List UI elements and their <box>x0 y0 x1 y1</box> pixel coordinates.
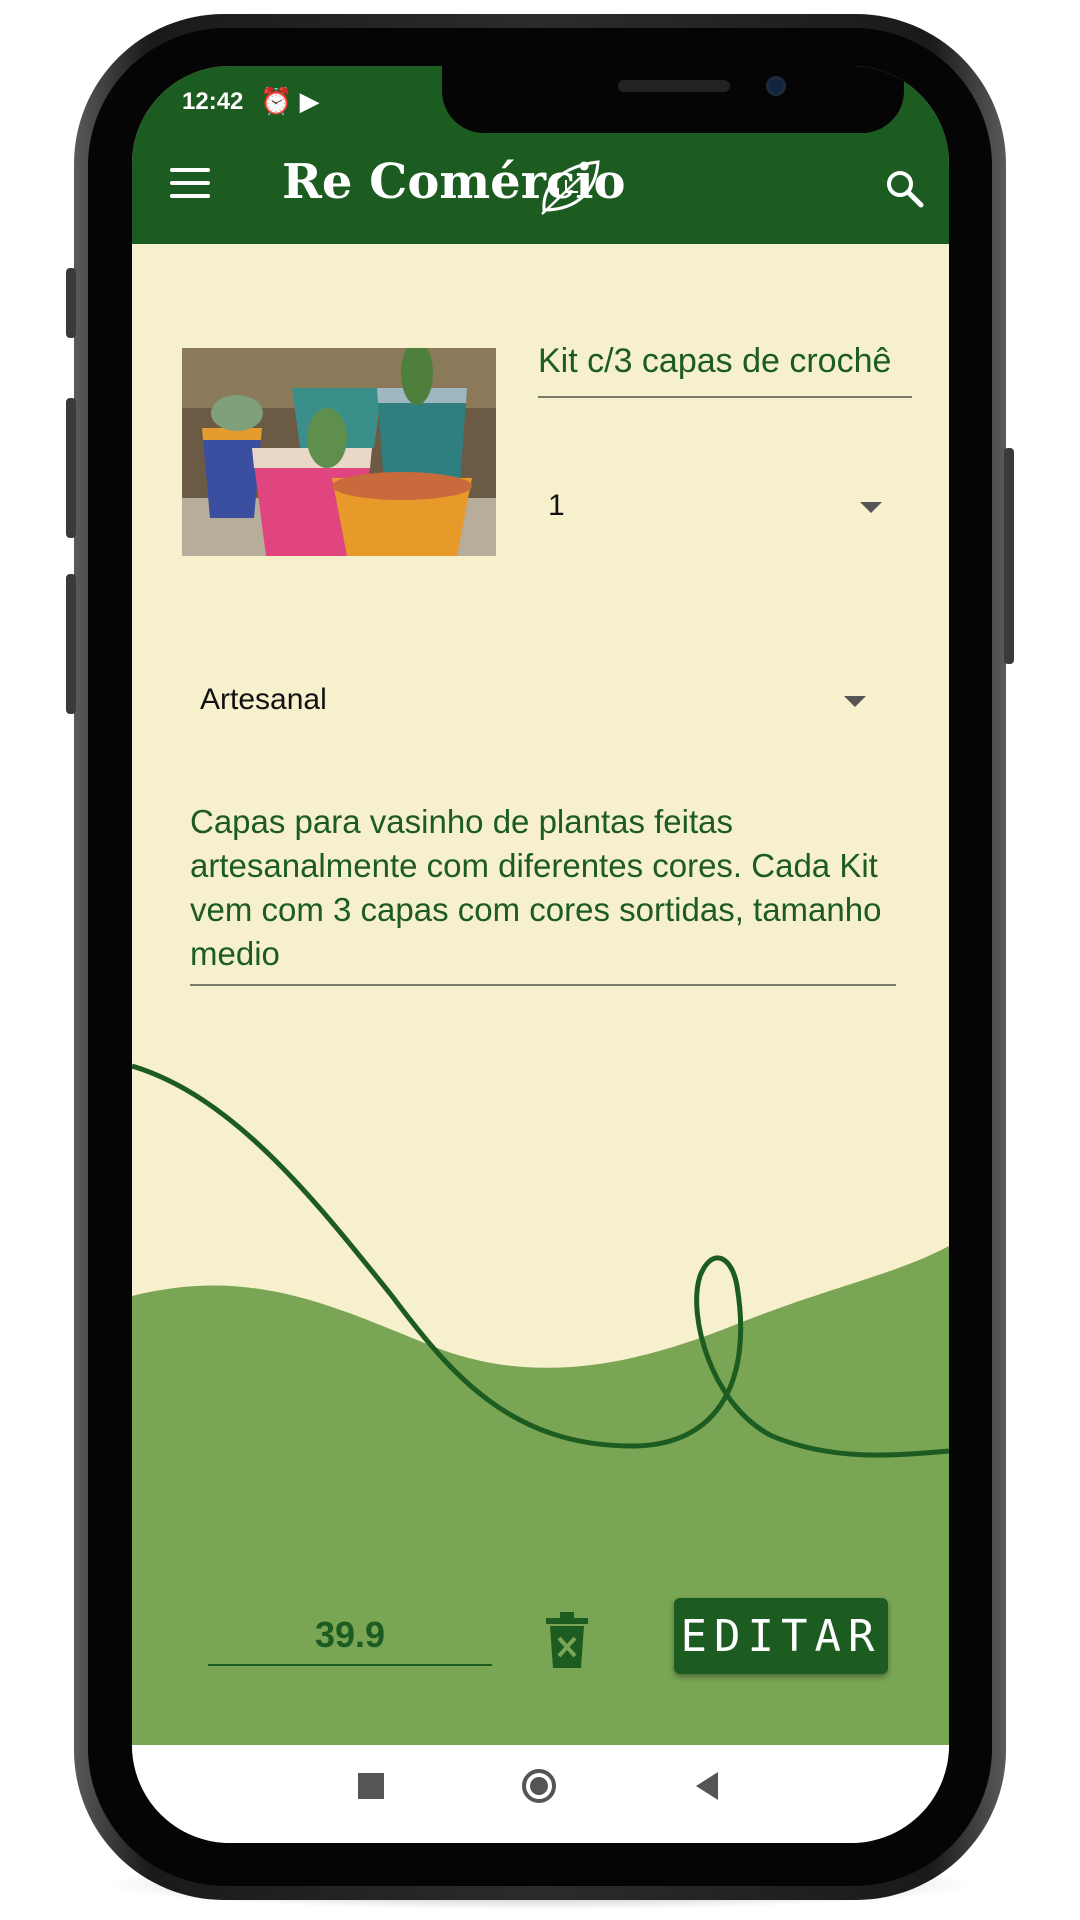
power-button <box>1004 448 1014 664</box>
status-time: 12:42 <box>182 88 244 115</box>
category-dropdown[interactable]: Artesanal <box>182 670 872 730</box>
quantity-value: 1 <box>548 489 565 522</box>
product-name-input[interactable]: Kit c/3 capas de crochê <box>538 336 912 398</box>
price-input[interactable]: 39.9 <box>208 1606 492 1666</box>
volume-down-button <box>66 574 76 714</box>
front-camera <box>766 76 786 96</box>
search-icon[interactable] <box>884 168 924 208</box>
product-image[interactable] <box>182 348 496 556</box>
volume-up-button <box>66 398 76 538</box>
category-value: Artesanal <box>200 683 327 716</box>
chevron-down-icon <box>860 502 882 513</box>
decorative-wave <box>132 1063 949 1843</box>
description-input[interactable]: Capas para vasinho de plantas feitas art… <box>190 800 896 986</box>
alarm-icon: ⏰ ▶ <box>260 86 320 116</box>
trash-icon[interactable] <box>544 1612 590 1670</box>
leaf-logo-icon <box>541 160 600 215</box>
phone-screen: 12:42 ⏰ ▶ ▮ 100 ϟ Re Comércio <box>132 66 949 1843</box>
back-button[interactable] <box>696 1772 718 1800</box>
quantity-dropdown[interactable]: 1 <box>538 476 888 536</box>
home-button[interactable] <box>522 1769 556 1803</box>
system-nav-bar <box>132 1745 949 1843</box>
phone-notch <box>442 66 904 133</box>
hamburger-menu-icon[interactable] <box>170 168 210 198</box>
chevron-down-icon <box>844 696 866 707</box>
mute-switch <box>66 268 76 338</box>
recents-button[interactable] <box>358 1773 384 1799</box>
edit-button[interactable]: EDITAR <box>674 1598 888 1674</box>
earpiece <box>618 80 730 92</box>
